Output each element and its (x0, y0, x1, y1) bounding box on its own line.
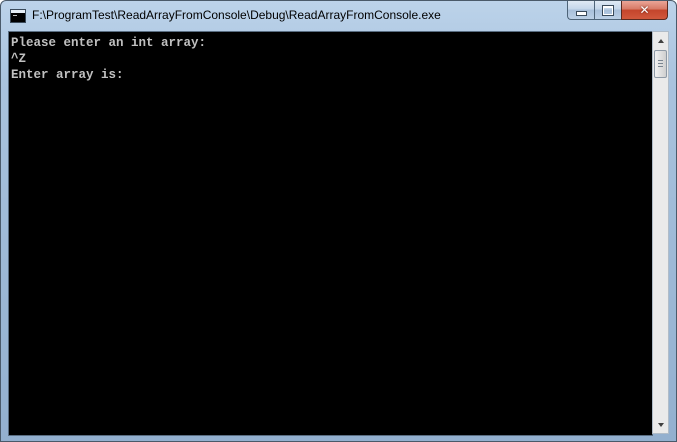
console-line: ^Z (11, 52, 27, 66)
console-line: Please enter an int array: (11, 36, 207, 50)
arrow-down-icon (657, 422, 664, 427)
window-title: F:\ProgramTest\ReadArrayFromConsole\Debu… (32, 8, 441, 22)
scroll-up-button[interactable] (653, 32, 668, 49)
vertical-scrollbar[interactable] (652, 31, 669, 434)
grip-line (658, 66, 663, 67)
scroll-thumb[interactable] (654, 50, 667, 78)
console-app-icon[interactable] (10, 9, 26, 23)
console-output[interactable]: Please enter an int array: ^Z Enter arra… (8, 31, 653, 436)
minimize-button[interactable] (567, 1, 594, 20)
arrow-up-icon (657, 38, 664, 43)
close-button[interactable]: ✕ (621, 1, 668, 20)
maximize-icon (602, 4, 614, 16)
scroll-down-button[interactable] (653, 416, 668, 433)
grip-line (658, 60, 663, 61)
title-bar[interactable]: F:\ProgramTest\ReadArrayFromConsole\Debu… (1, 1, 676, 31)
grip-line (658, 63, 663, 64)
close-icon: ✕ (639, 3, 650, 17)
maximize-button[interactable] (594, 1, 621, 20)
caption-buttons: ✕ (567, 1, 668, 20)
minimize-icon (575, 10, 587, 16)
console-line: Enter array is: (11, 68, 124, 82)
console-window: F:\ProgramTest\ReadArrayFromConsole\Debu… (0, 0, 677, 442)
